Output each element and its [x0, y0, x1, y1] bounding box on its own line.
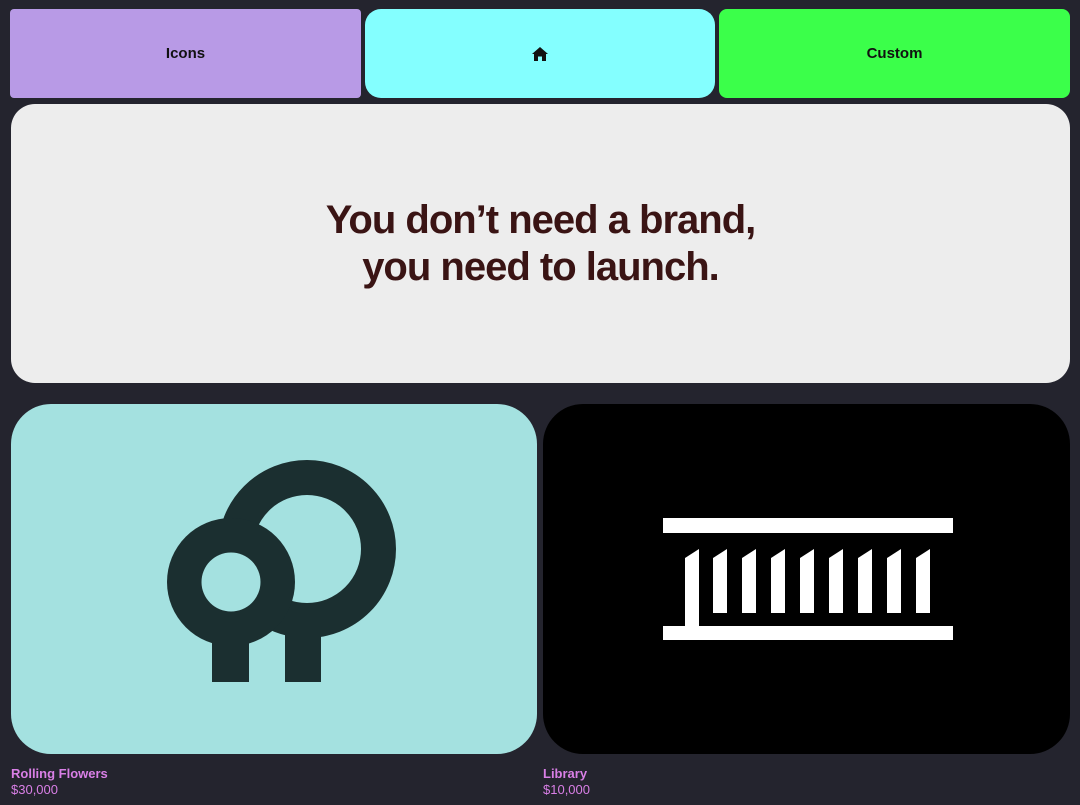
product-price: $10,000: [543, 782, 590, 797]
product-card-rolling-flowers[interactable]: [11, 404, 537, 754]
library-logo: [663, 518, 953, 640]
nav-icons-label: Icons: [165, 45, 206, 62]
nav-custom-label: Custom: [866, 45, 923, 62]
nav-custom-button[interactable]: Custom: [719, 9, 1070, 98]
home-icon: [532, 46, 548, 61]
hero-banner: You don’t need a brand, you need to laun…: [11, 104, 1070, 383]
product-price: $30,000: [11, 782, 58, 797]
product-label-rolling-flowers: Rolling Flowers $30,000: [11, 766, 108, 798]
product-title[interactable]: Rolling Flowers: [11, 766, 108, 782]
product-card-library[interactable]: [543, 404, 1070, 754]
rolling-flowers-logo: [167, 460, 396, 682]
product-title[interactable]: Library: [543, 766, 590, 782]
hero-headline: You don’t need a brand, you need to laun…: [325, 197, 757, 289]
nav-home-button[interactable]: [365, 9, 715, 98]
product-label-library: Library $10,000: [543, 766, 590, 798]
nav-icons-button[interactable]: Icons: [10, 9, 361, 98]
